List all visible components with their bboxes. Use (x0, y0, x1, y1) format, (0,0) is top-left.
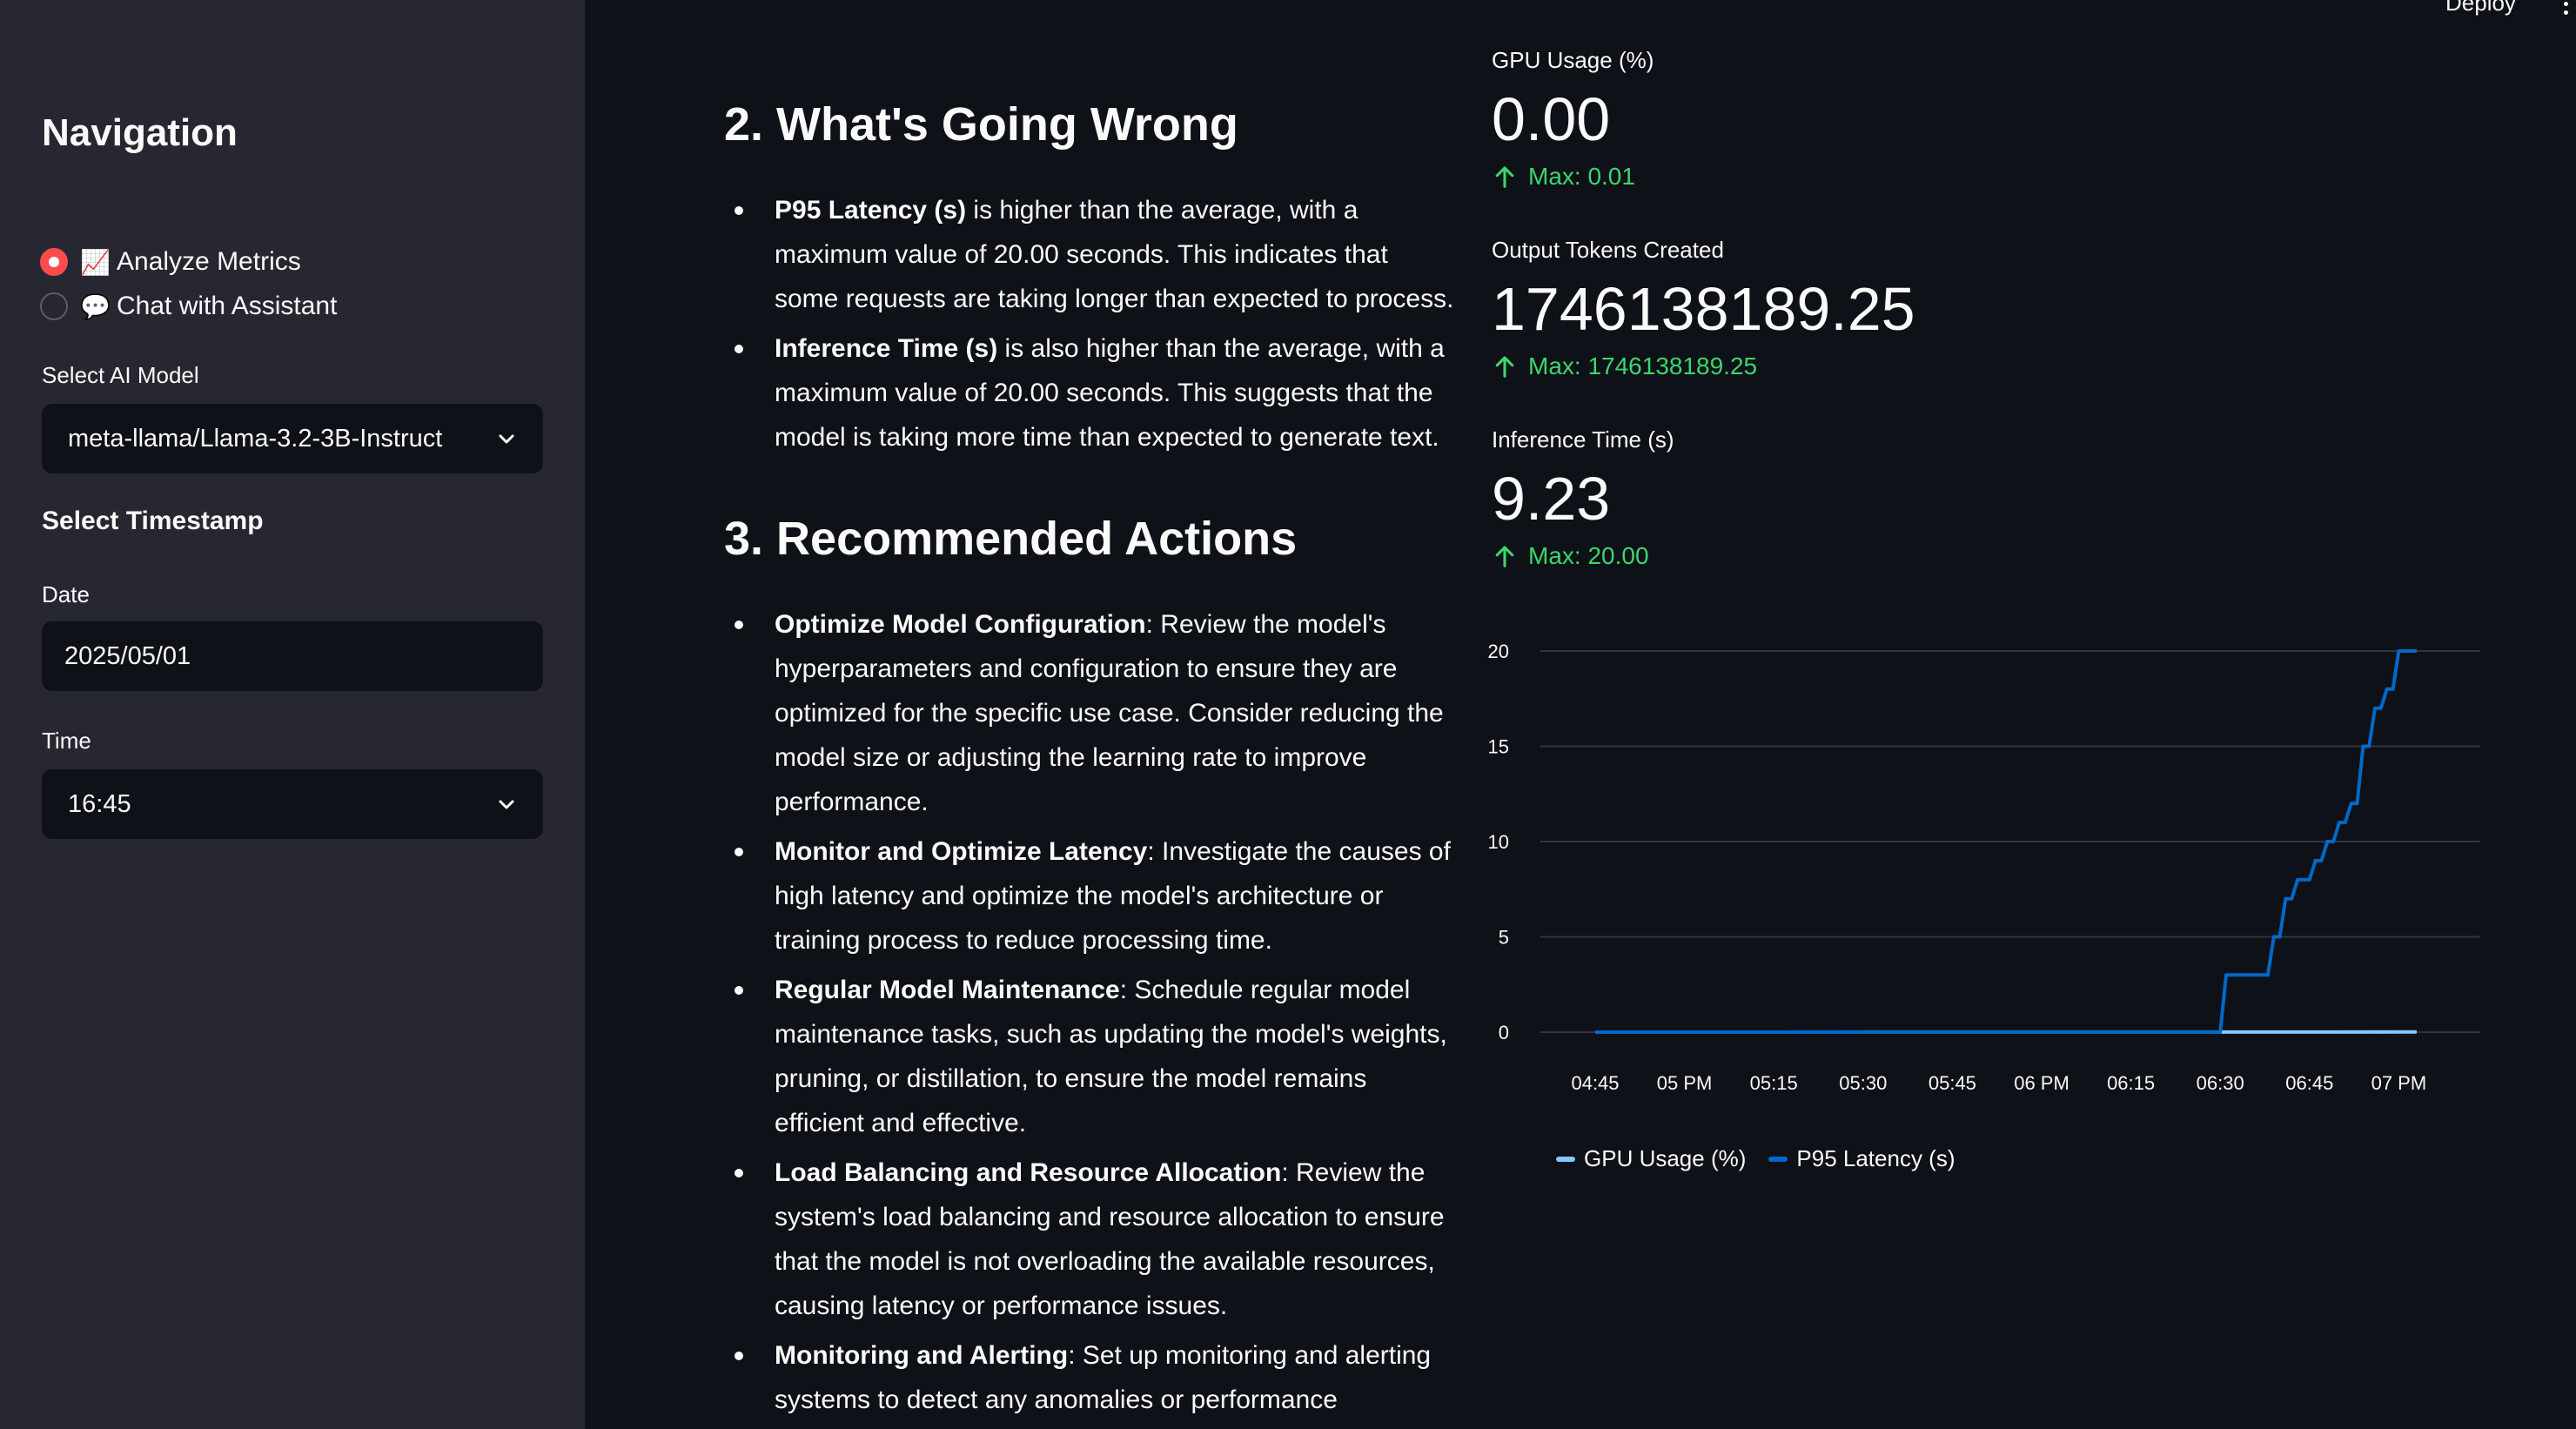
list-item-term: Load Balancing and Resource Allocation (775, 1158, 1282, 1187)
list-item: Inference Time (s) is also higher than t… (724, 326, 1455, 460)
radio-button-unchecked[interactable] (40, 292, 68, 320)
metric-output-tokens: Output Tokens Created 1746138189.25 Max:… (1492, 237, 1915, 380)
arrow-up-icon (1495, 356, 1514, 378)
y-tick-label: 10 (1488, 831, 1509, 853)
legend-label: GPU Usage (%) (1584, 1145, 1747, 1171)
time-select[interactable]: 16:45 (42, 769, 543, 839)
section-heading-whats-wrong: 2. What's Going Wrong (724, 98, 1238, 151)
x-tick-label: 05:30 (1839, 1072, 1887, 1094)
y-tick-label: 20 (1488, 641, 1509, 662)
legend-item-latency[interactable]: P95 Latency (s) (1768, 1145, 1955, 1172)
y-tick-label: 5 (1499, 927, 1509, 949)
model-select-label: Select AI Model (42, 362, 199, 388)
x-tick-label: 05:15 (1750, 1072, 1798, 1094)
metric-value: 9.23 (1492, 465, 1611, 533)
sidebar-title: Navigation (42, 111, 238, 154)
more-options-icon[interactable] (2559, 0, 2573, 19)
legend-item-gpu[interactable]: GPU Usage (%) (1556, 1145, 1746, 1172)
radio-chat-assistant[interactable]: 💬 Chat with Assistant (40, 287, 337, 325)
model-select-value: meta-llama/Llama-3.2-3B-Instruct (68, 424, 443, 453)
x-tick-label: 06:45 (2285, 1072, 2333, 1094)
x-tick-label: 06 PM (2014, 1072, 2070, 1094)
whats-wrong-list: P95 Latency (s) is higher than the avera… (724, 188, 1455, 465)
list-item: Monitor and Optimize Latency: Investigat… (724, 829, 1455, 963)
metric-delta: Max: 0.01 (1492, 163, 1654, 191)
radio-label: Analyze Metrics (117, 247, 301, 276)
metric-delta-text: Max: 0.01 (1528, 163, 1635, 190)
date-input-label: Date (42, 581, 90, 607)
x-tick-label: 05 PM (1657, 1072, 1713, 1094)
metric-label: Inference Time (s) (1492, 426, 1674, 453)
metric-inference-time: Inference Time (s) 9.23 Max: 20.00 (1492, 426, 1674, 570)
chevron-down-icon (499, 434, 514, 444)
list-item-term: Inference Time (s) (775, 334, 998, 363)
date-input[interactable]: 2025/05/01 (42, 621, 543, 691)
legend-swatch (1556, 1156, 1575, 1162)
y-tick-label: 15 (1488, 736, 1509, 758)
metric-gpu-usage: GPU Usage (%) 0.00 Max: 0.01 (1492, 47, 1654, 191)
x-tick-label: 04:45 (1571, 1072, 1619, 1094)
list-item: Regular Model Maintenance: Schedule regu… (724, 968, 1455, 1145)
arrow-up-icon (1495, 546, 1514, 567)
timestamp-subheader: Select Timestamp (42, 507, 264, 535)
x-tick-label: 06:15 (2107, 1072, 2155, 1094)
list-item-term: P95 Latency (s) (775, 196, 967, 225)
chart-legend: GPU Usage (%) P95 Latency (s) (1556, 1145, 1977, 1172)
chevron-down-icon (499, 800, 514, 809)
radio-button-checked[interactable] (40, 248, 68, 276)
metric-delta: Max: 20.00 (1492, 542, 1674, 570)
legend-label: P95 Latency (s) (1796, 1145, 1955, 1171)
metric-label: GPU Usage (%) (1492, 47, 1654, 73)
list-item-term: Regular Model Maintenance (775, 976, 1120, 1004)
deploy-button[interactable]: Deploy (2445, 0, 2516, 17)
arrow-up-icon (1495, 166, 1514, 188)
metrics-line-chart: 0 5 10 15 20 04:45 05 PM 05:15 05:30 05:45 06 PM 06… (1488, 641, 2480, 1094)
section-heading-recommended-actions: 3. Recommended Actions (724, 513, 1298, 565)
sidebar: Navigation 📈 Analyze Metrics 💬 Chat with… (0, 0, 585, 1429)
list-item: Monitoring and Alerting: Set up monitori… (724, 1333, 1455, 1422)
list-item-term: Monitor and Optimize Latency (775, 837, 1148, 866)
speech-bubble-emoji-icon: 💬 (80, 292, 111, 320)
time-select-value: 16:45 (68, 789, 131, 818)
metric-value: 1746138189.25 (1492, 275, 1915, 343)
radio-label: Chat with Assistant (117, 292, 338, 320)
time-select-label: Time (42, 728, 91, 754)
x-tick-label: 07 PM (2371, 1072, 2427, 1094)
legend-swatch (1768, 1156, 1788, 1162)
radio-analyze-metrics[interactable]: 📈 Analyze Metrics (40, 243, 301, 281)
list-item: P95 Latency (s) is higher than the avera… (724, 188, 1455, 321)
y-tick-label: 0 (1499, 1022, 1509, 1043)
list-item-term: Monitoring and Alerting (775, 1341, 1069, 1370)
list-item-text: : Review the model's hyperparameters and… (775, 610, 1444, 816)
metric-delta-text: Max: 20.00 (1528, 542, 1649, 569)
list-item: Optimize Model Configuration: Review the… (724, 602, 1455, 824)
x-tick-label: 06:30 (2197, 1072, 2244, 1094)
x-tick-label: 05:45 (1929, 1072, 1976, 1094)
metric-delta-text: Max: 1746138189.25 (1528, 352, 1758, 379)
app-root: Navigation 📈 Analyze Metrics 💬 Chat with… (0, 0, 2576, 1429)
list-item-term: Optimize Model Configuration (775, 610, 1146, 639)
list-item: Load Balancing and Resource Allocation: … (724, 1151, 1455, 1328)
model-select[interactable]: meta-llama/Llama-3.2-3B-Instruct (42, 404, 543, 473)
recommended-actions-list: Optimize Model Configuration: Review the… (724, 602, 1455, 1427)
metric-value: 0.00 (1492, 85, 1611, 153)
metric-label: Output Tokens Created (1492, 237, 1724, 263)
chart-emoji-icon: 📈 (80, 248, 111, 276)
metric-delta: Max: 1746138189.25 (1492, 352, 1915, 380)
